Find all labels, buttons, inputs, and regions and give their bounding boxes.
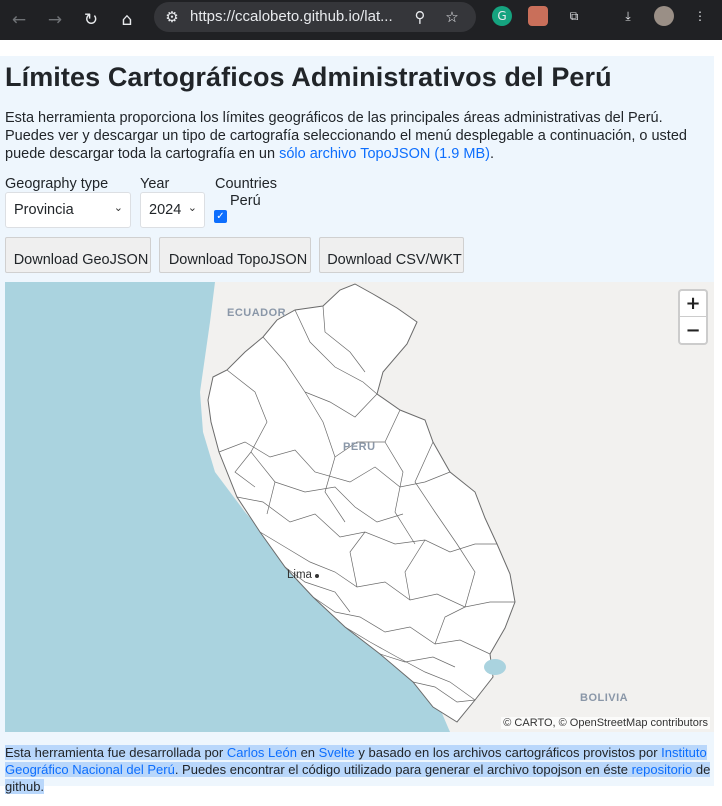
lima-marker: [315, 574, 319, 578]
download-geojson-button[interactable]: Download GeoJSON: [5, 237, 151, 273]
footer-paragraph: Esta herramienta fue desarrollada por Ca…: [5, 744, 713, 795]
download-icon[interactable]: ⤓: [618, 6, 638, 26]
geography-type-label: Geography type: [5, 176, 109, 192]
map-label-ecuador: ECUADOR: [227, 307, 287, 319]
topojson-file-link[interactable]: sólo archivo TopoJSON (1.9 MB): [279, 146, 490, 162]
peru-checkbox[interactable]: ✓: [214, 210, 227, 223]
footer-text-4: . Puedes encontrar el código utilizado p…: [174, 762, 632, 777]
extension-avatar-icon[interactable]: [528, 6, 548, 26]
footer-text-2: en: [296, 745, 319, 760]
browser-toolbar: ← → ↻ ⌂ ⚙ https://ccalobeto.github.io/la…: [0, 0, 722, 40]
site-info-icon[interactable]: ⚙: [160, 5, 184, 29]
zoom-control: + −: [678, 289, 708, 345]
grammarly-icon[interactable]: G: [492, 6, 512, 26]
page-title: Límites Cartográficos Administrativos de…: [5, 62, 612, 92]
zoom-out-button[interactable]: −: [680, 317, 706, 343]
extensions-puzzle-icon[interactable]: ⧉: [564, 6, 584, 26]
url-text: https://ccalobeto.github.io/lat...: [190, 8, 393, 25]
chevron-down-icon: ⌄: [187, 201, 197, 214]
footer-text-1: Esta herramienta fue desarrollada por: [5, 745, 227, 760]
map-label-lima: Lima: [287, 569, 312, 581]
map-label-bolivia: BOLIVIA: [580, 692, 629, 704]
intro-end: .: [489, 146, 494, 162]
map-label-peru: PERU: [343, 441, 376, 453]
geography-type-value: Provincia: [14, 202, 74, 218]
lake-titicaca: [484, 659, 506, 675]
reload-icon[interactable]: ↻: [76, 5, 106, 35]
chevron-down-icon: ⌄: [113, 201, 123, 214]
year-label: Year: [140, 176, 170, 192]
address-bar[interactable]: ⚙ https://ccalobeto.github.io/lat... ⚲ ☆: [154, 2, 476, 32]
map-attribution: © CARTO, © OpenStreetMap contributors: [501, 717, 710, 729]
page: Límites Cartográficos Administrativos de…: [0, 40, 722, 806]
menu-kebab-icon[interactable]: ⋮: [690, 6, 710, 26]
svelte-link[interactable]: Svelte: [319, 745, 355, 760]
home-icon[interactable]: ⌂: [112, 5, 142, 35]
bookmark-star-icon[interactable]: ☆: [440, 5, 464, 29]
geography-type-select[interactable]: Provincia ⌄: [5, 192, 131, 228]
back-icon[interactable]: ←: [4, 5, 34, 35]
download-csv-button[interactable]: Download CSV/WKT: [319, 237, 464, 273]
zoom-in-button[interactable]: +: [680, 291, 706, 317]
peru-checkbox-label[interactable]: Perú: [230, 193, 261, 209]
carlos-leon-link[interactable]: Carlos León: [227, 745, 297, 760]
year-value: 2024: [149, 202, 182, 218]
content-area: Límites Cartográficos Administrativos de…: [0, 56, 714, 794]
footer-text-3: y basado en los archivos cartográficos p…: [354, 745, 662, 760]
profile-avatar-icon[interactable]: [654, 6, 674, 26]
download-topojson-button[interactable]: Download TopoJSON: [159, 237, 311, 273]
intro-paragraph: Esta herramienta proporciona los límites…: [5, 109, 713, 163]
countries-label: Countries: [215, 176, 278, 192]
map-canvas[interactable]: [5, 282, 714, 732]
repository-link[interactable]: repositorio: [632, 762, 693, 777]
forward-icon[interactable]: →: [40, 5, 70, 35]
year-select[interactable]: 2024 ⌄: [140, 192, 205, 228]
map[interactable]: ECUADOR PERU Lima BOLIVIA + − © CARTO, ©…: [5, 282, 714, 732]
zoom-icon[interactable]: ⚲: [408, 5, 432, 29]
